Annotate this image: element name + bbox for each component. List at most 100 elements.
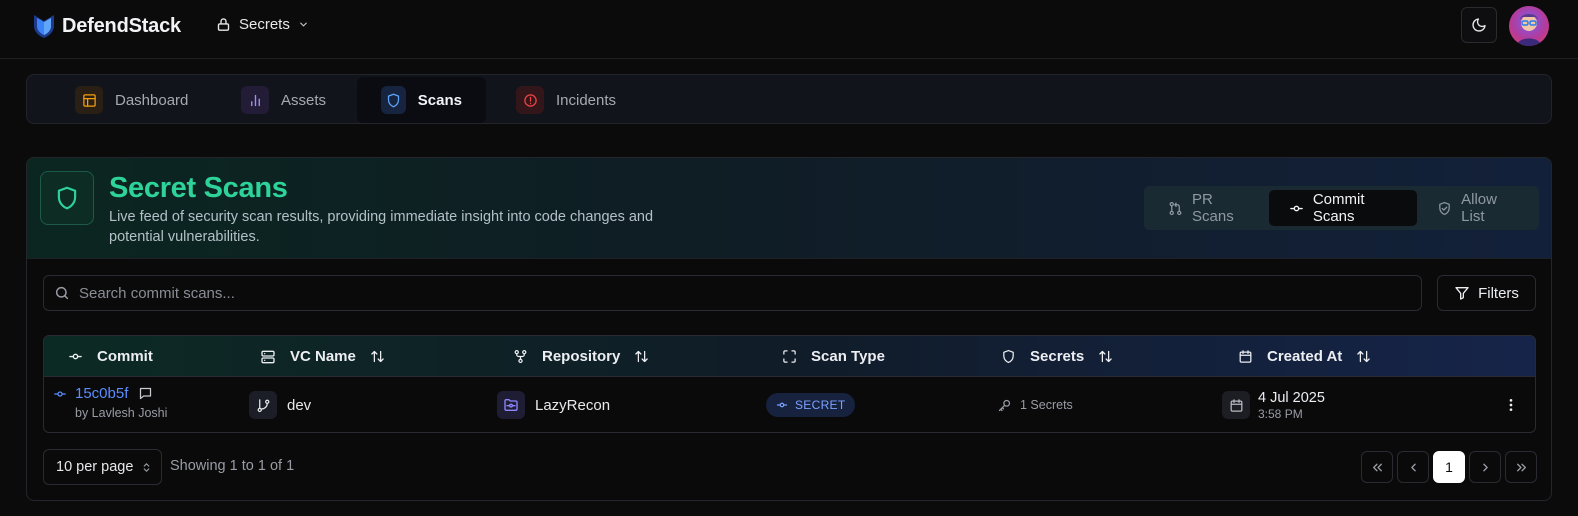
scan-type-badge: SECRET <box>766 393 856 417</box>
layout-icon <box>75 86 103 114</box>
search-box <box>43 275 1422 311</box>
cell-vc-name: dev <box>249 377 312 432</box>
chevrons-up-down-icon <box>141 462 152 473</box>
pagination-summary: Showing 1 to 1 of 1 <box>170 458 295 474</box>
column-label: VC Name <box>290 348 356 365</box>
table-header: Commit VC Name Repository Scan Type Secr… <box>44 336 1535 377</box>
next-page-button[interactable] <box>1469 451 1501 483</box>
calendar-icon <box>1222 391 1250 419</box>
filters-button[interactable]: Filters <box>1437 275 1536 311</box>
shield-check-icon <box>1437 201 1452 216</box>
page-subtitle: Live feed of security scan results, prov… <box>109 209 654 245</box>
search-input[interactable] <box>79 284 1379 302</box>
column-vc-name[interactable]: VC Name <box>260 336 385 377</box>
page-button-current[interactable]: 1 <box>1433 451 1465 483</box>
git-commit-icon <box>776 399 788 411</box>
sort-icon[interactable] <box>370 349 385 364</box>
nav-item-label: Scans <box>417 91 462 109</box>
git-branch-icon <box>249 391 277 419</box>
sort-icon[interactable] <box>1356 349 1371 364</box>
column-secrets[interactable]: Secrets <box>1001 336 1113 377</box>
column-commit: Commit <box>68 336 153 377</box>
row-actions-button[interactable] <box>1501 377 1521 432</box>
tab-commit-scans[interactable]: Commit Scans <box>1268 190 1418 226</box>
avatar[interactable] <box>1509 6 1549 46</box>
tab-label: Allow List <box>1461 191 1497 225</box>
cell-repository: LazyRecon <box>497 377 610 432</box>
column-label: Created At <box>1267 348 1343 365</box>
tab-allow-list[interactable]: Allow List <box>1417 190 1535 226</box>
card-header: Secret Scans Live feed of security scan … <box>27 158 1551 259</box>
tab-label: PR Scans <box>1192 191 1234 225</box>
sort-icon[interactable] <box>1098 349 1113 364</box>
chevron-down-icon <box>298 19 309 30</box>
table-row[interactable]: 15c0b5f by Lavlesh Joshi dev LazyRecon S… <box>44 377 1535 432</box>
shield-icon <box>381 86 406 114</box>
product-dropdown-label: Secrets <box>239 16 290 33</box>
message-icon[interactable] <box>138 386 153 401</box>
calendar-icon <box>1238 349 1253 364</box>
column-created-at[interactable]: Created At <box>1238 336 1371 377</box>
per-page-select[interactable]: 10 per page <box>43 449 162 485</box>
per-page-value: 10 per page <box>56 459 134 475</box>
cell-commit: 15c0b5f by Lavlesh Joshi <box>53 377 167 432</box>
secret-scans-card: Secret Scans Live feed of security scan … <box>26 157 1552 501</box>
search-icon <box>54 285 70 301</box>
git-commit-icon <box>53 387 67 401</box>
commit-hash-link[interactable]: 15c0b5f <box>75 385 128 402</box>
column-label: Repository <box>542 348 621 365</box>
moon-icon <box>1471 17 1487 33</box>
first-page-button[interactable] <box>1361 451 1393 483</box>
sort-icon[interactable] <box>634 349 649 364</box>
nav-item-dashboard[interactable]: Dashboard <box>51 77 212 123</box>
brand[interactable]: DefendStack <box>32 12 181 40</box>
nav-item-assets[interactable]: Assets <box>217 77 350 123</box>
chevrons-left-icon <box>1371 461 1384 474</box>
cell-created-at: 4 Jul 2025 3:58 PM <box>1222 377 1325 432</box>
last-page-button[interactable] <box>1505 451 1537 483</box>
server-icon <box>260 349 276 365</box>
filter-icon <box>1454 285 1470 301</box>
git-fork-icon <box>513 349 528 364</box>
key-icon <box>997 398 1012 413</box>
alert-circle-icon <box>516 86 544 114</box>
nav-item-label: Incidents <box>556 91 617 109</box>
commit-scans-table: Commit VC Name Repository Scan Type Secr… <box>43 335 1536 433</box>
product-dropdown[interactable]: Secrets <box>216 16 309 33</box>
repository-value[interactable]: LazyRecon <box>535 397 610 414</box>
lock-icon <box>216 17 231 32</box>
git-commit-icon <box>68 349 83 364</box>
git-pull-request-icon <box>1168 201 1183 216</box>
folder-git-icon <box>497 391 525 419</box>
previous-page-button[interactable] <box>1397 451 1429 483</box>
nav-item-label: Assets <box>281 91 327 109</box>
column-scan-type: Scan Type <box>782 336 885 377</box>
shield-icon <box>40 171 94 225</box>
nav-item-label: Dashboard <box>115 91 189 109</box>
nav-item-scans[interactable]: Scans <box>357 77 486 123</box>
theme-toggle-button[interactable] <box>1461 7 1497 43</box>
column-repository[interactable]: Repository <box>513 336 649 377</box>
bar-chart-icon <box>241 86 269 114</box>
scan-icon <box>782 349 797 364</box>
more-vertical-icon <box>1503 397 1519 413</box>
scan-type-label: SECRET <box>795 398 846 412</box>
created-time: 3:58 PM <box>1258 406 1303 421</box>
nav-item-incidents[interactable]: Incidents <box>492 77 640 123</box>
chevrons-right-icon <box>1515 461 1528 474</box>
cell-scan-type: SECRET <box>766 377 856 432</box>
top-bar: DefendStack Secrets <box>0 0 1578 59</box>
chevron-right-icon <box>1479 461 1492 474</box>
created-date: 4 Jul 2025 <box>1258 389 1325 406</box>
vc-name-value: dev <box>287 396 312 414</box>
main-nav: Dashboard Assets Scans Incidents <box>26 74 1552 124</box>
tab-pr-scans[interactable]: PR Scans <box>1148 190 1269 226</box>
secrets-count: 1 Secrets <box>1020 398 1073 412</box>
shield-icon <box>1001 349 1016 364</box>
defendstack-logo-icon <box>32 12 56 40</box>
filters-label: Filters <box>1478 284 1519 302</box>
git-commit-icon <box>1289 201 1304 216</box>
cell-secrets: 1 Secrets <box>997 377 1073 432</box>
brand-name: DefendStack <box>62 14 181 37</box>
chevron-left-icon <box>1407 461 1420 474</box>
